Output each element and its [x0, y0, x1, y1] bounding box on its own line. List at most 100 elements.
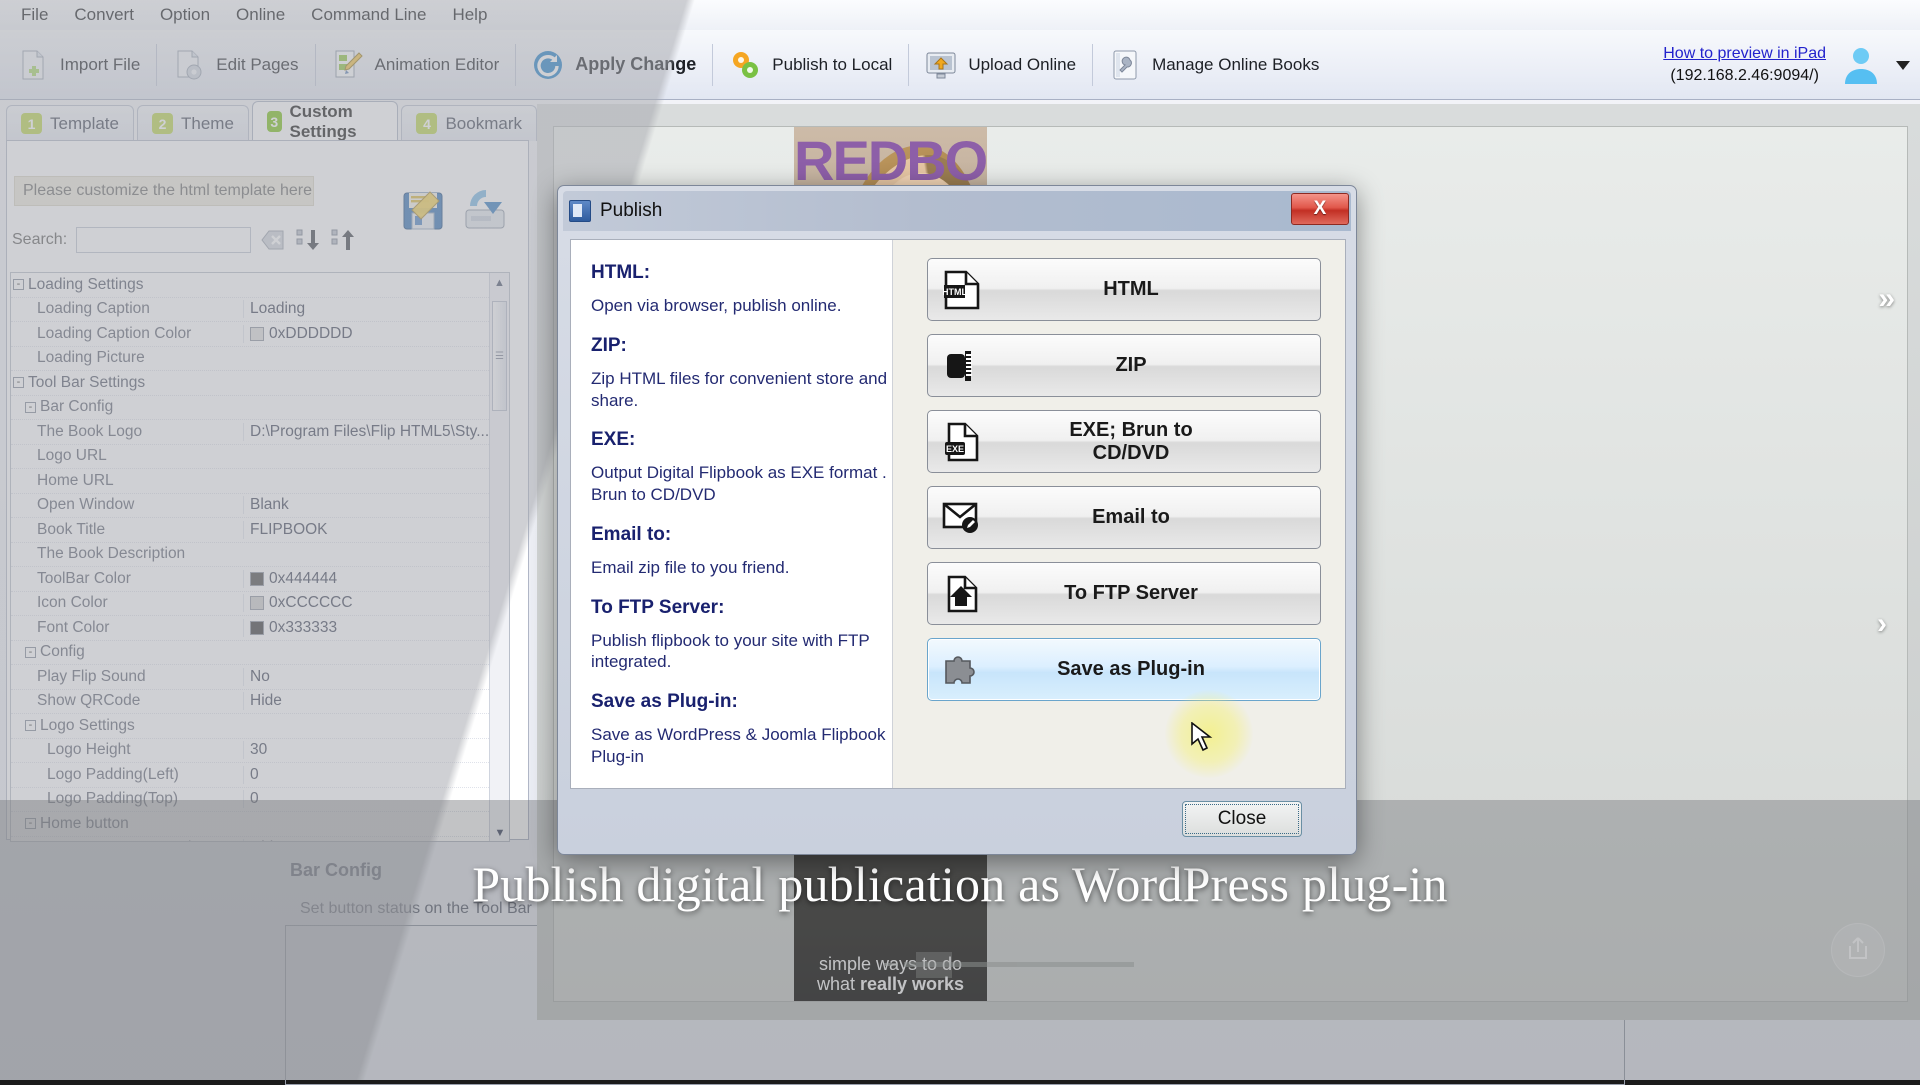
menu-item-command-line[interactable]: Command Line: [298, 3, 439, 27]
publish-button-save-as-plugin[interactable]: Save as Plug-in: [927, 638, 1321, 701]
close-icon[interactable]: X: [1291, 193, 1349, 225]
property-value[interactable]: No: [243, 667, 509, 686]
property-row[interactable]: Logo URL: [11, 445, 509, 469]
save-settings-icon[interactable]: [400, 188, 446, 234]
property-row[interactable]: - Bar Config: [11, 396, 509, 420]
property-value[interactable]: 30: [243, 741, 509, 760]
toolbar-button-import-file[interactable]: Import File: [0, 32, 156, 98]
tab-bookmark[interactable]: 4 Bookmark: [401, 105, 537, 141]
dialog-footer: Close: [570, 794, 1344, 844]
property-row[interactable]: Loading Caption Color 0xDDDDDD: [11, 322, 509, 347]
expander-icon[interactable]: -: [25, 646, 36, 658]
menu-item-help[interactable]: Help: [439, 3, 500, 27]
publish-button-email[interactable]: Email to: [927, 486, 1321, 549]
property-value[interactable]: D:\Program Files\Flip HTML5\Sty...: [243, 422, 509, 441]
how-to-preview-in-ipad-link[interactable]: How to preview in iPad: [1663, 43, 1826, 65]
description-ftp: To FTP Server: Publish flipbook to your …: [591, 597, 892, 674]
property-row[interactable]: Loading Caption Loading: [11, 298, 509, 322]
property-value[interactable]: Hide: [243, 839, 509, 841]
property-row[interactable]: Font Color 0x333333: [11, 616, 509, 641]
property-row[interactable]: Home URL: [11, 469, 509, 494]
search-input[interactable]: [76, 227, 252, 253]
toolbar-button-animation-editor[interactable]: Animation Editor: [314, 32, 516, 98]
publish-button-ftp[interactable]: To FTP Server: [927, 562, 1321, 625]
property-row[interactable]: Book Title FLIPBOOK: [11, 518, 509, 543]
toolbar-button-upload-online[interactable]: Upload Online: [908, 32, 1092, 98]
scroll-up-arrow[interactable]: ▲: [490, 273, 509, 293]
toolbar-button-publish-to-local[interactable]: Publish to Local: [712, 32, 908, 98]
property-row[interactable]: Loading Picture: [11, 347, 509, 371]
expander-icon[interactable]: -: [13, 377, 24, 389]
property-value[interactable]: 0: [243, 790, 509, 809]
property-row[interactable]: Open Window Blank: [11, 494, 509, 518]
tab-label: Bookmark: [445, 113, 522, 133]
property-grid[interactable]: - Loading Settings Loading Caption Loading L…: [10, 272, 510, 842]
menu-item-convert[interactable]: Convert: [61, 3, 147, 27]
property-row[interactable]: - Loading Settings: [11, 273, 509, 298]
next-page-arrow-top[interactable]: »: [1878, 282, 1895, 316]
toolbar-label-manage-online-books: Manage Online Books: [1152, 54, 1320, 74]
clear-search-icon[interactable]: [260, 227, 286, 253]
property-row[interactable]: ToolBar Color 0x444444: [11, 567, 509, 592]
property-row[interactable]: - Config: [11, 641, 509, 665]
tab-theme[interactable]: 2 Theme: [136, 105, 249, 141]
property-row[interactable]: - Logo Settings: [11, 714, 509, 739]
publish-button-html[interactable]: HTML HTML: [927, 258, 1321, 321]
property-value[interactable]: Blank: [243, 496, 509, 515]
scroll-down-arrow[interactable]: ▼: [490, 823, 509, 841]
description-heading: Save as Plug-in:: [591, 691, 738, 712]
property-row[interactable]: Logo Padding(Left) 0: [11, 763, 509, 788]
zoom-slider-knob[interactable]: [916, 951, 952, 978]
zoom-slider-track[interactable]: [904, 951, 1134, 978]
chevron-down-icon[interactable]: [1896, 60, 1910, 70]
property-row[interactable]: The Book Logo D:\Program Files\Flip HTML5…: [11, 420, 509, 445]
menu-item-file[interactable]: File: [8, 3, 61, 27]
bar-config-title: Bar Config: [290, 860, 382, 880]
expander-icon[interactable]: -: [13, 279, 24, 291]
preview-info: How to preview in iPad (192.168.2.46:909…: [1663, 43, 1826, 86]
property-row[interactable]: Show QRCode Hide: [11, 690, 509, 714]
load-settings-icon[interactable]: [462, 188, 508, 234]
menu-item-option[interactable]: Option: [147, 3, 223, 27]
color-swatch: [250, 571, 264, 586]
property-row[interactable]: Logo Padding(Top) 0: [11, 788, 509, 812]
tab-custom-settings[interactable]: 3 Custom Settings: [251, 101, 399, 141]
publish-button-exe[interactable]: EXE EXE; Brun to CD/DVD: [927, 410, 1321, 473]
property-value[interactable]: 0x333333: [243, 618, 509, 637]
avatar[interactable]: [1840, 44, 1882, 86]
property-row[interactable]: Play Flip Sound No: [11, 665, 509, 690]
property-value[interactable]: 0xDDDDDD: [243, 324, 509, 343]
next-page-arrow[interactable]: ›: [1877, 607, 1887, 641]
property-row[interactable]: - Tool Bar Settings: [11, 371, 509, 396]
property-value[interactable]: Hide: [243, 692, 509, 711]
menu-item-online[interactable]: Online: [223, 3, 298, 27]
expander-icon[interactable]: -: [25, 401, 36, 413]
publish-button-zip[interactable]: ZIP: [927, 334, 1321, 397]
property-value[interactable]: Loading: [243, 300, 509, 319]
zoom-out-icon[interactable]: [884, 962, 898, 966]
collapse-all-icon[interactable]: [295, 227, 321, 253]
share-button[interactable]: [1831, 923, 1885, 977]
property-value[interactable]: 0xCCCCCC: [243, 594, 509, 613]
property-row[interactable]: The Book Description: [11, 543, 509, 567]
toolbar-button-edit-pages[interactable]: Edit Pages: [156, 32, 314, 98]
property-value[interactable]: FLIPBOOK: [243, 520, 509, 539]
property-value[interactable]: 0x444444: [243, 569, 509, 588]
description-zip: ZIP: Zip HTML files for convenient store…: [591, 335, 892, 412]
zoom-slider[interactable]: [884, 951, 1134, 978]
property-value[interactable]: 0: [243, 765, 509, 784]
toolbar-button-apply-change[interactable]: Apply Change: [515, 32, 712, 98]
expand-all-icon[interactable]: [330, 227, 356, 253]
property-row[interactable]: Logo Height 30: [11, 739, 509, 763]
expander-icon[interactable]: -: [25, 720, 36, 732]
scrollbar-thumb[interactable]: ☰: [492, 301, 507, 411]
expander-icon[interactable]: -: [25, 818, 36, 830]
property-row[interactable]: - Home button: [11, 812, 509, 837]
tab-template[interactable]: 1 Template: [6, 105, 134, 141]
property-row[interactable]: Icon Color 0xCCCCCC: [11, 592, 509, 616]
close-button[interactable]: Close: [1182, 801, 1302, 837]
toolbar-button-manage-online-books[interactable]: Manage Online Books: [1092, 32, 1335, 98]
publish-dialog[interactable]: Publish X HTML: Open via browser, publis…: [557, 185, 1357, 855]
property-grid-scrollbar[interactable]: ▲ ☰ ▼: [489, 273, 509, 841]
property-row[interactable]: HomePage Button Vi...Hide: [11, 837, 509, 841]
